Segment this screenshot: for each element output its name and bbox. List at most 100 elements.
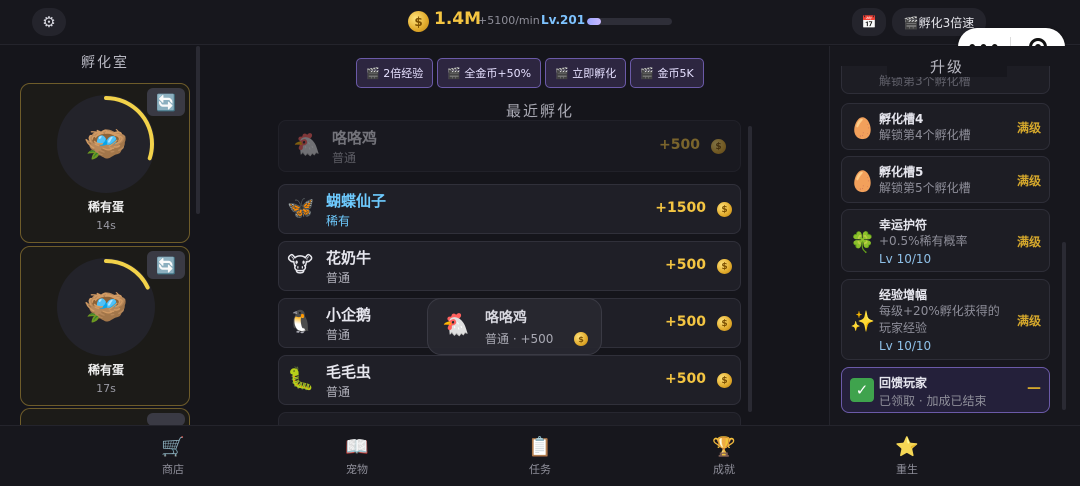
calendar-button[interactable]: 📅: [852, 8, 886, 36]
coin-icon: $: [711, 139, 726, 154]
upgrade-desc: 解锁第4个孵化槽: [879, 128, 971, 142]
boost-coins-5k-button[interactable]: 🎬 金币5K: [630, 58, 704, 88]
incubator-title: 孵化室: [81, 55, 129, 71]
nav-label: 商店: [162, 463, 184, 476]
egg-nest-icon: 🪺: [83, 124, 129, 165]
cow-icon: 🐮: [287, 253, 314, 278]
refresh-egg-button[interactable]: [147, 413, 185, 425]
max-level-badge: 满级: [1016, 314, 1041, 328]
upgrade-card[interactable]: 🥚 孵化槽4 解锁第4个孵化槽 满级: [841, 103, 1050, 150]
xp-progress-bar: [587, 18, 672, 25]
nav-label: 成就: [713, 463, 735, 476]
cart-icon: 🛒: [161, 436, 185, 458]
coin-reward: +1500: [655, 200, 706, 216]
recent-hatches-title: 最近孵化: [505, 102, 574, 120]
toast-pet-name: 咯咯鸡: [485, 310, 527, 326]
feedback-desc: 已领取 · 加成已结束: [879, 394, 987, 408]
penguin-icon: 🐧: [287, 310, 315, 335]
hatch-toast: 🐔 咯咯鸡 普通 · +500 $: [427, 298, 602, 355]
incubator-slot[interactable]: 🪺 稀有蛋 14s 🔄: [20, 83, 190, 243]
settings-button[interactable]: ⚙: [32, 8, 66, 36]
list-item: 🦋 蝴蝶仙子 稀有 +1500 $: [278, 184, 741, 234]
egg-name: 稀有蛋: [87, 363, 124, 377]
hatch-progress-ring: 🪺: [57, 258, 155, 356]
coin-icon: $: [408, 11, 429, 32]
recent-list-scrollbar[interactable]: [748, 126, 752, 412]
boost-instant-hatch-button[interactable]: 🎬 立即孵化: [545, 58, 627, 88]
list-item: 🐮 花奶牛 普通 +500 $: [278, 241, 741, 291]
pet-name: 花奶牛: [326, 249, 372, 267]
clipboard-icon: 📋: [528, 436, 552, 458]
upgrade-name: 孵化槽5: [879, 165, 924, 179]
coin-icon: $: [717, 259, 732, 274]
player-level: Lv.201: [541, 13, 586, 27]
upgrade-desc: 解锁第5个孵化槽: [879, 181, 971, 195]
nav-rebirth[interactable]: ⭐ 重生: [867, 425, 947, 485]
sparkles-icon: ✨: [850, 309, 875, 333]
pet-rarity: 普通: [326, 385, 351, 399]
feedback-card[interactable]: ✓ 回馈玩家 已领取 · 加成已结束 —: [841, 367, 1050, 413]
egg-icon: 🥚: [850, 116, 875, 140]
nav-pets[interactable]: 📖 宠物: [317, 425, 397, 485]
coin-rate: +5100/min: [478, 14, 540, 27]
coin-icon: $: [717, 202, 732, 217]
pet-name: 小企鹅: [326, 306, 372, 324]
egg-name: 稀有蛋: [87, 200, 124, 214]
upgrade-card[interactable]: 🥚 孵化槽5 解锁第5个孵化槽 满级: [841, 156, 1050, 203]
nav-achievements[interactable]: 🏆 成就: [684, 425, 764, 485]
butterfly-icon: 🦋: [287, 196, 315, 221]
max-level-badge: 满级: [1016, 174, 1041, 188]
incubator-slot[interactable]: 🪺 稀有蛋 17s 🔄: [20, 246, 190, 406]
hatch-timer: 14s: [96, 219, 116, 232]
boost-coins-button[interactable]: 🎬 全金币+50%: [437, 58, 542, 88]
toast-detail: 普通 · +500: [485, 332, 554, 346]
calendar-icon: 📅: [861, 15, 877, 29]
list-item: 🐛 毛毛虫 普通 +500 $: [278, 355, 741, 405]
upgrade-name: 幸运护符: [879, 218, 928, 232]
refresh-egg-button[interactable]: 🔄: [147, 88, 185, 116]
hatch-progress-ring: 🪺: [57, 95, 155, 193]
upgrade-desc: +0.5%稀有概率: [879, 234, 968, 248]
hatch-timer: 17s: [96, 382, 116, 395]
boost-chips: 🎬 2倍经验 🎬 全金币+50% 🎬 立即孵化 🎬 金币5K: [356, 58, 704, 88]
feedback-status: —: [1027, 380, 1041, 396]
pet-name: 蝴蝶仙子: [326, 192, 387, 210]
nav-label: 宠物: [346, 463, 368, 476]
nav-tasks[interactable]: 📋 任务: [500, 425, 580, 485]
boost-double-xp-button[interactable]: 🎬 2倍经验: [356, 58, 434, 88]
incubator-scrollbar[interactable]: [196, 46, 200, 214]
upgrade-level: Lv 10/10: [879, 339, 932, 353]
upgrade-desc-line1: 每级+20%孵化获得的: [879, 304, 1000, 318]
upgrade-level: Lv 10/10: [879, 252, 932, 266]
feedback-title: 回馈玩家: [879, 376, 928, 390]
book-icon: 📖: [345, 436, 369, 458]
coin-icon: $: [717, 373, 732, 388]
clover-icon: 🍀: [850, 230, 875, 254]
incubator-slot[interactable]: [20, 408, 190, 425]
list-item: 🐔 咯咯鸡 普通 +500 $: [278, 120, 741, 172]
caterpillar-icon: 🐛: [287, 367, 315, 392]
nav-label: 重生: [896, 463, 918, 476]
upgrade-scrollbar[interactable]: [1062, 242, 1066, 410]
upgrade-card[interactable]: ✨ 经验增幅 每级+20%孵化获得的 玩家经验 Lv 10/10 满级: [841, 279, 1050, 360]
nav-label: 任务: [529, 463, 551, 476]
refresh-egg-button[interactable]: 🔄: [147, 251, 185, 279]
coin-total: 1.4M: [434, 9, 482, 29]
check-icon: ✓: [850, 378, 874, 402]
upgrade-title: 升级: [887, 56, 1007, 77]
pet-rarity: 普通: [326, 271, 351, 285]
coin-reward: +500: [665, 257, 706, 273]
egg-nest-icon: 🪺: [83, 287, 129, 328]
upgrade-card[interactable]: 🍀 幸运护符 +0.5%稀有概率 Lv 10/10 满级: [841, 209, 1050, 272]
pet-rarity: 普通: [332, 151, 357, 165]
refresh-icon: 🔄: [156, 255, 176, 275]
pet-rarity: 普通: [326, 328, 351, 342]
max-level-badge: 满级: [1016, 235, 1041, 249]
upgrade-name: 经验增幅: [879, 288, 928, 302]
pet-name: 毛毛虫: [326, 363, 372, 381]
nav-shop[interactable]: 🛒 商店: [133, 425, 213, 485]
gear-icon: ⚙: [42, 13, 56, 31]
coin-reward: +500: [659, 137, 700, 153]
upgrade-name: 孵化槽4: [879, 112, 924, 126]
max-level-badge: 满级: [1016, 121, 1041, 135]
